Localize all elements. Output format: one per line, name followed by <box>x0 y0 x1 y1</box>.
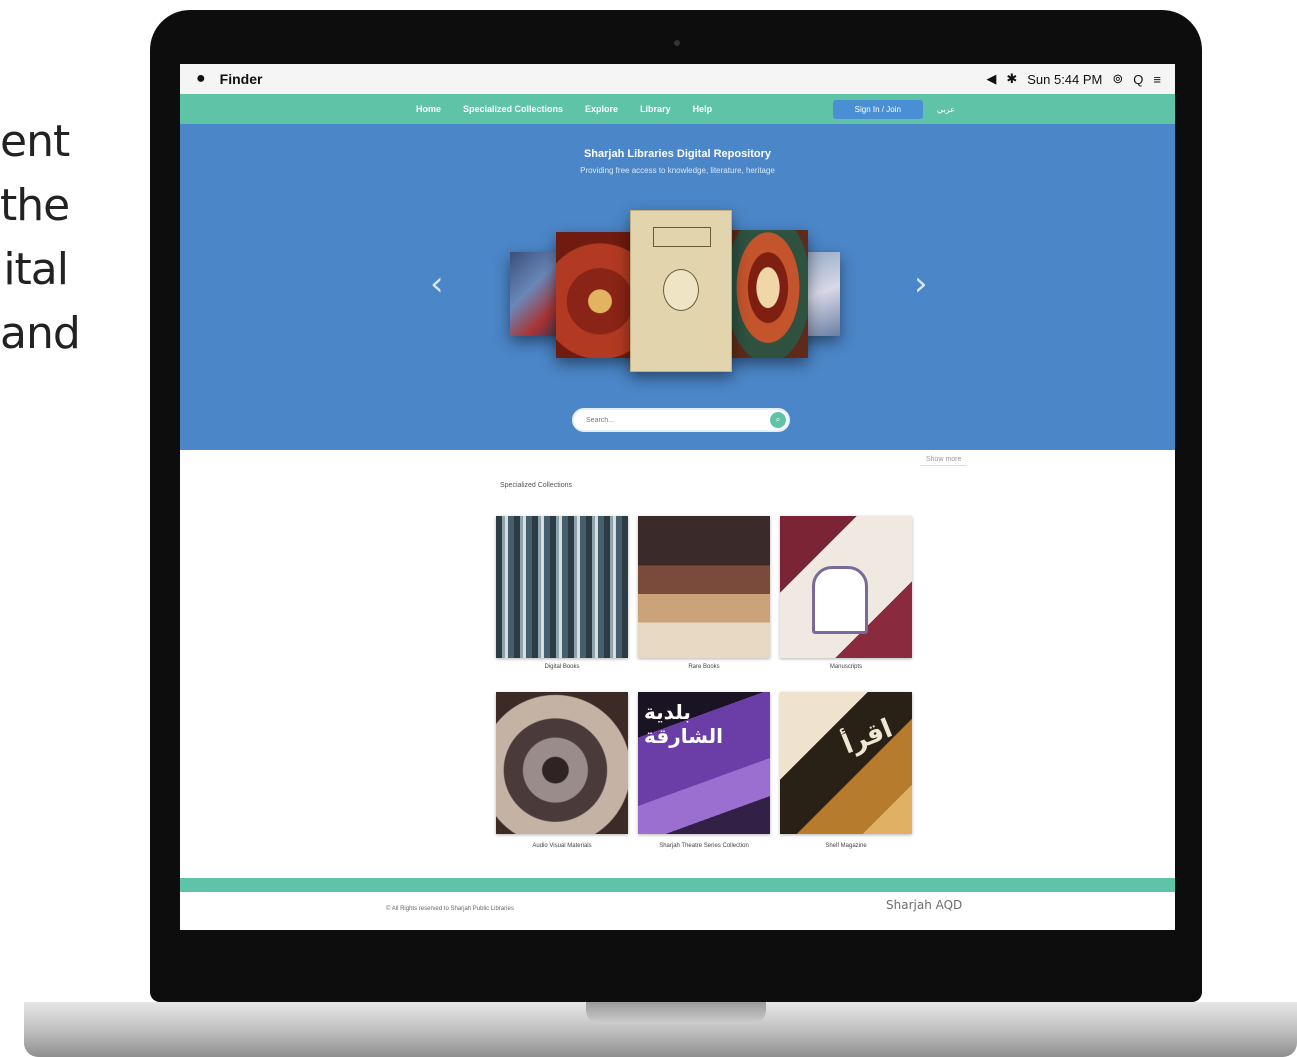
book-title-ornament <box>653 227 711 247</box>
language-link[interactable]: عربي <box>937 105 955 114</box>
book-portrait <box>663 269 699 311</box>
apple-icon[interactable]: ● <box>196 70 206 88</box>
card-label[interactable]: Manuscripts <box>780 664 912 670</box>
clock-text[interactable]: Sun 5:44 PM <box>1027 72 1102 87</box>
card-label[interactable]: Audio Visual Materials <box>496 843 628 849</box>
side-text-line: ital <box>3 244 69 295</box>
collection-card-theatre-series[interactable]: بلدية الشارقة <box>638 692 770 834</box>
card-label[interactable]: Shelf Magazine <box>780 843 912 849</box>
volume-icon[interactable]: ◀ <box>986 71 996 87</box>
collection-card-digital-books[interactable] <box>496 516 628 658</box>
nav-link-help[interactable]: Help <box>693 104 713 114</box>
card-arabic-text: بلدية الشارقة <box>644 700 723 748</box>
nav-links: Home Specialized Collections Explore Lib… <box>416 104 712 114</box>
laptop-notch <box>586 1002 766 1024</box>
copyright-text: © All Rights reserved to Sharjah Public … <box>386 906 514 912</box>
hero-title: Sharjah Libraries Digital Repository <box>583 148 772 160</box>
section-title: Specialized Collections <box>500 482 572 489</box>
card-arabic-text: اقرأ <box>838 713 897 761</box>
collection-card-rare-books[interactable] <box>638 516 770 658</box>
card-label[interactable]: Rare Books <box>638 664 770 670</box>
site-nav: Home Specialized Collections Explore Lib… <box>180 94 1175 124</box>
login-button[interactable]: Sign In / Join <box>832 99 923 119</box>
footer-bar <box>180 878 1175 892</box>
side-text-line: ent <box>0 116 70 167</box>
app-name[interactable]: Finder <box>220 71 263 87</box>
search-input[interactable] <box>584 415 758 425</box>
camera-icon <box>674 40 680 46</box>
side-text-line: the <box>0 180 70 231</box>
side-text-line: and <box>0 308 81 359</box>
control-center-icon[interactable]: ≡ <box>1153 72 1161 87</box>
menubar-status: ◀ ✱ Sun 5:44 PM ⊚ Q ≡ <box>986 71 1161 87</box>
collection-card-manuscripts[interactable] <box>780 516 912 658</box>
card-label[interactable]: Sharjah Theatre Series Collection <box>638 843 770 849</box>
bluetooth-icon[interactable]: ✱ <box>1006 71 1017 87</box>
hero-subtitle: Providing free access to knowledge, lite… <box>580 166 775 175</box>
search-icon[interactable]: ⌕ <box>770 412 786 428</box>
nav-link-collections[interactable]: Specialized Collections <box>463 104 563 114</box>
carousel-prev-icon[interactable]: ‹ <box>430 264 444 304</box>
nav-link-home[interactable]: Home <box>416 104 441 114</box>
manuscript-frame <box>812 566 868 634</box>
carousel-next-icon[interactable]: › <box>914 264 928 304</box>
search-bar: ⌕ <box>572 408 790 432</box>
collection-card-audio-visual[interactable] <box>496 692 628 834</box>
footer-logo[interactable]: Sharjah AQD <box>886 898 962 912</box>
nav-link-library[interactable]: Library <box>640 104 671 114</box>
footer: © All Rights reserved to Sharjah Public … <box>180 892 1175 930</box>
card-label[interactable]: Digital Books <box>496 664 628 670</box>
mac-menubar: ● Finder ◀ ✱ Sun 5:44 PM ⊚ Q ≡ <box>180 64 1175 94</box>
spotlight-search-icon[interactable]: Q <box>1133 72 1143 87</box>
screen: ● Finder ◀ ✱ Sun 5:44 PM ⊚ Q ≡ Home Spec… <box>180 64 1175 930</box>
carousel-book[interactable] <box>728 230 808 358</box>
collection-card-shelf-magazine[interactable]: اقرأ <box>780 692 912 834</box>
nav-link-explore[interactable]: Explore <box>585 104 618 114</box>
show-more-link[interactable]: Show more <box>920 456 968 466</box>
hero-banner: Sharjah Libraries Digital Repository Pro… <box>180 124 1175 450</box>
wifi-icon[interactable]: ⊚ <box>1112 71 1123 87</box>
carousel-book-featured[interactable] <box>630 210 732 372</box>
side-text: ent the ital and <box>0 110 81 366</box>
